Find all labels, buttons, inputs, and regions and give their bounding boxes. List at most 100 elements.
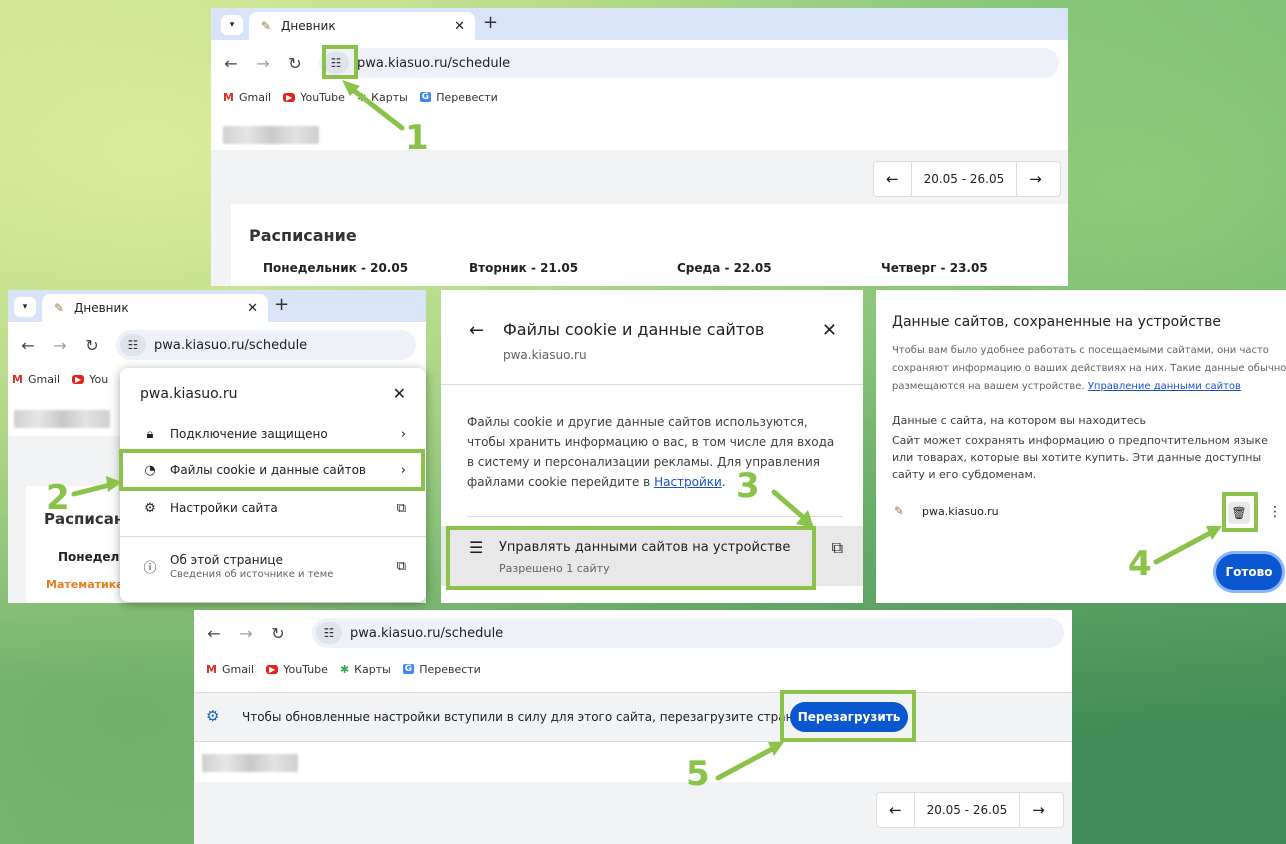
step-number: 2: [46, 478, 70, 518]
step-arrow-5: [715, 742, 784, 781]
item-label: Об этой странице: [170, 552, 283, 567]
step-arrow-3: [771, 489, 814, 528]
connection-secure-item[interactable]: 🔒︎ Подключение защищено ›: [120, 416, 426, 452]
bookmark-youtube[interactable]: ▶ You: [72, 373, 108, 386]
bookmark-translate[interactable]: G Перевести: [402, 662, 481, 676]
address-bar[interactable]: ☷ pwa.kiasuo.ru/schedule: [319, 48, 1059, 78]
close-tab-icon[interactable]: ✕: [247, 301, 258, 316]
back-button[interactable]: ←: [202, 624, 226, 643]
close-icon[interactable]: ✕: [822, 320, 837, 341]
bookmark-youtube[interactable]: ▶ YouTube: [266, 663, 328, 676]
site-info-icon[interactable]: ☷: [120, 334, 146, 356]
bookmark-gmail[interactable]: M Gmail: [206, 663, 254, 676]
reload-button[interactable]: ↻: [283, 54, 307, 73]
diary-favicon-icon: ✎: [53, 301, 65, 315]
gmail-icon: M: [223, 90, 234, 104]
highlight-cookies-item: [119, 449, 425, 491]
tab-search-button[interactable]: ▾: [221, 15, 243, 35]
forward-button[interactable]: →: [48, 336, 72, 355]
browser-tab[interactable]: ✎ Дневник ✕: [42, 294, 268, 322]
site-name: pwa.kiasuo.ru: [922, 505, 999, 518]
gmail-icon: M: [12, 372, 23, 386]
highlight-site-info: [322, 45, 358, 79]
next-week-button[interactable]: →: [1020, 801, 1057, 819]
chevron-right-icon: ›: [400, 426, 406, 442]
bookmark-label: Карты: [354, 662, 391, 676]
about-page-item[interactable]: ⓘ Об этой странице Сведения об источнике…: [120, 544, 426, 588]
description-text: Файлы cookie и другие данные сайтов испо…: [467, 415, 835, 489]
bookmark-gmail[interactable]: M Gmail: [12, 373, 60, 386]
back-button[interactable]: ←: [219, 54, 243, 73]
screenshot-step-5: ← → ↻ ☷ pwa.kiasuo.ru/schedule M Gmail ▶ Y…: [194, 610, 1072, 844]
divider: [120, 536, 426, 537]
bookmark-label: Gmail: [238, 90, 272, 104]
prev-week-button[interactable]: ←: [874, 170, 911, 188]
week-range: 20.05 - 26.05: [913, 793, 1021, 827]
settings-link[interactable]: Настройки: [654, 475, 722, 489]
reload-button[interactable]: ↻: [266, 624, 290, 643]
blurred-username: [202, 754, 298, 772]
current-site-heading: Данные с сайта, на котором вы находитесь: [892, 414, 1147, 427]
address-bar[interactable]: ☷ pwa.kiasuo.ru/schedule: [116, 330, 416, 360]
new-tab-button[interactable]: +: [274, 294, 289, 315]
cookie-description: Файлы cookie и другие данные сайтов испо…: [467, 412, 841, 492]
prev-week-button[interactable]: ←: [877, 801, 914, 819]
blurred-username: [14, 410, 110, 428]
forward-button[interactable]: →: [251, 54, 275, 73]
blurred-username: [223, 126, 319, 144]
bookmark-maps[interactable]: ✱ Карты: [340, 663, 391, 676]
gear-icon: ⚙: [144, 500, 156, 516]
site-data-description: Чтобы вам было удобнее работать с посеща…: [892, 342, 1286, 396]
info-icon: ⓘ: [143, 560, 157, 576]
address-bar[interactable]: ☷ pwa.kiasuo.ru/schedule: [312, 618, 1064, 648]
tab-strip: ▾ ✎ Дневник ✕ +: [8, 290, 426, 322]
item-label: Подключение защищено: [170, 427, 328, 441]
back-button[interactable]: ←: [16, 336, 40, 355]
about-page-text: Об этой странице Сведения об источнике и…: [170, 553, 397, 580]
step-number: 5: [686, 754, 710, 794]
lock-icon: 🔒︎: [146, 426, 154, 442]
bookmark-gmail[interactable]: M Gmail: [223, 91, 271, 104]
bookmark-youtube[interactable]: ▶ YouTube: [283, 91, 345, 104]
reload-message: Чтобы обновленные настройки вступили в с…: [242, 710, 821, 724]
url-text: pwa.kiasuo.ru/schedule: [154, 337, 308, 353]
new-tab-button[interactable]: +: [483, 12, 498, 33]
reload-infobar: ⚙ Чтобы обновленные настройки вступили в…: [194, 692, 1072, 742]
back-arrow-icon[interactable]: ←: [469, 320, 484, 341]
bookmark-label: YouTube: [283, 662, 328, 676]
tab-title: Дневник: [74, 301, 129, 315]
reload-button[interactable]: ↻: [80, 336, 104, 355]
tab-title: Дневник: [281, 19, 336, 33]
cookie-panel-domain: pwa.kiasuo.ru: [503, 348, 587, 362]
close-icon[interactable]: ✕: [393, 384, 406, 403]
bookmark-label: Gmail: [221, 662, 255, 676]
manage-site-data-link[interactable]: Управление данными сайтов: [1088, 381, 1241, 392]
schedule-card: Расписание Понедельник - 20.05 Вторник -…: [231, 204, 1068, 286]
diary-favicon-icon: ✎: [894, 504, 905, 518]
site-data-title: Данные сайтов, сохраненные на устройстве: [892, 314, 1221, 330]
bookmark-label: Перевести: [436, 90, 498, 104]
item-label: Настройки сайта: [170, 501, 278, 515]
toolbar: ← → ↻ ☷ pwa.kiasuo.ru/schedule: [194, 614, 1072, 652]
step-number: 4: [1128, 544, 1152, 584]
site-info-icon[interactable]: ☷: [316, 622, 342, 644]
step-number: 1: [405, 118, 429, 158]
step-number: 3: [736, 466, 760, 506]
browser-tab[interactable]: ✎ Дневник ✕: [249, 12, 475, 40]
gmail-icon: M: [206, 662, 217, 676]
next-week-button[interactable]: →: [1017, 170, 1054, 188]
bookmark-label: YouTube: [300, 90, 345, 104]
subject-name[interactable]: Математика: [46, 578, 124, 591]
bookmark-label: Gmail: [27, 372, 61, 386]
day-header: Четверг - 23.05: [881, 261, 988, 275]
bookmark-translate[interactable]: G Перевести: [419, 90, 498, 104]
forward-button[interactable]: →: [234, 624, 258, 643]
tab-search-button[interactable]: ▾: [14, 297, 36, 317]
site-settings-item[interactable]: ⚙ Настройки сайта ⧉: [120, 490, 426, 526]
more-options-icon[interactable]: ⋮: [1268, 504, 1282, 520]
week-navigator: ← 20.05 - 26.05 →: [873, 161, 1061, 197]
step-arrow-4: [1153, 526, 1222, 565]
bookmark-label: Перевести: [419, 662, 481, 676]
close-tab-icon[interactable]: ✕: [454, 19, 465, 34]
period-text: .: [721, 475, 726, 489]
